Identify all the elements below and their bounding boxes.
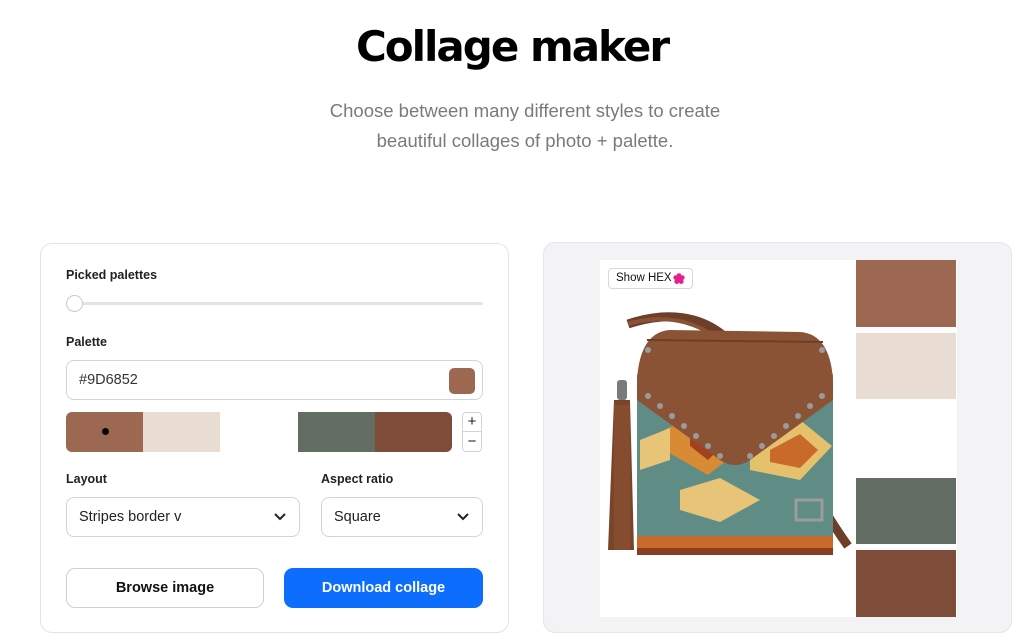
collage-color-stripe — [856, 477, 956, 545]
aspect-ratio-select[interactable]: Square — [321, 497, 483, 537]
palette-colors-bar — [66, 412, 452, 452]
hex-value[interactable]: #9D6852 — [79, 372, 138, 388]
palette-label: Palette — [66, 335, 107, 349]
collage-color-stripe — [856, 405, 956, 472]
hex-color-input[interactable]: #9D6852 — [66, 360, 483, 400]
download-collage-button[interactable]: Download collage — [284, 568, 483, 608]
palette-color-swatch[interactable] — [374, 412, 452, 452]
show-hex-button[interactable]: Show HEX — [608, 268, 693, 289]
collage-color-stripe — [856, 550, 956, 617]
picked-palettes-label: Picked palettes — [66, 268, 158, 282]
selected-color-dot — [102, 428, 109, 435]
page-subtitle: Choose between many different styles to … — [312, 96, 738, 156]
aspect-ratio-select-value[interactable]: Square — [334, 509, 381, 525]
palette-color-swatch[interactable] — [220, 412, 298, 452]
add-color-button[interactable]: + — [463, 413, 481, 432]
page-title: Collage maker — [355, 22, 670, 71]
controls-panel: Picked palettes Palette #9D6852 + − Layo… — [40, 243, 509, 633]
aspect-ratio-label: Aspect ratio — [321, 472, 394, 486]
remove-color-button[interactable]: − — [463, 433, 481, 452]
palette-color-swatch[interactable] — [66, 412, 144, 452]
chevron-down-icon — [457, 513, 469, 521]
bag-photo — [608, 312, 852, 555]
picked-palettes-slider-thumb[interactable] — [66, 295, 83, 312]
show-hex-label: Show HEX — [616, 272, 672, 284]
subtitle-line-2: beautiful collages of photo + palette. — [376, 130, 674, 151]
picked-palettes-slider-track[interactable] — [66, 302, 483, 305]
subtitle-line-1: Choose between many different styles to … — [329, 100, 721, 121]
color-swatch-button[interactable] — [449, 368, 475, 394]
collage-canvas: Show HEX — [600, 260, 957, 617]
collage-preview-area: Show HEX — [543, 242, 1012, 633]
collage-color-stripe — [856, 260, 956, 327]
collage-color-stripe — [856, 332, 956, 400]
chevron-down-icon — [274, 513, 286, 521]
layout-label: Layout — [66, 472, 107, 486]
layout-select-value[interactable]: Stripes border v — [79, 509, 181, 525]
browse-image-button[interactable]: Browse image — [66, 568, 264, 608]
flower-icon — [673, 273, 685, 284]
palette-color-swatch[interactable] — [143, 412, 221, 452]
palette-stepper: + − — [462, 412, 482, 452]
palette-color-swatch[interactable] — [297, 412, 375, 452]
layout-select[interactable]: Stripes border v — [66, 497, 300, 537]
